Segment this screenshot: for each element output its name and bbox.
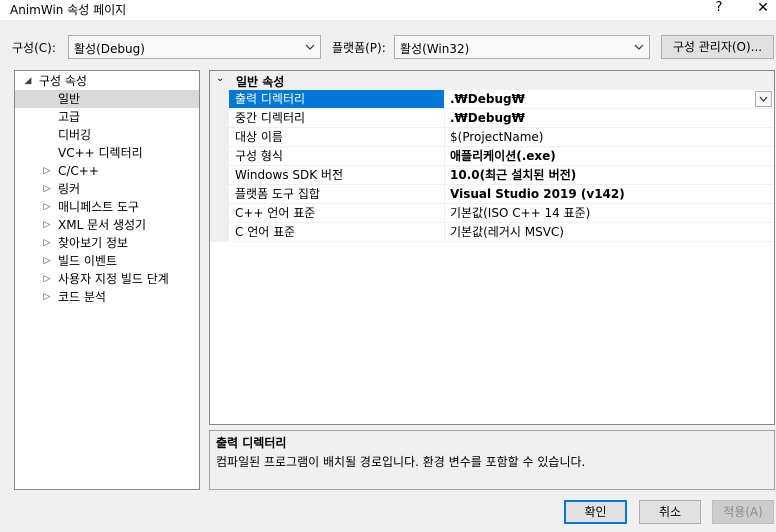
tree-item-label: 링커 [58,182,81,196]
config-label: 구성(C): [12,41,56,55]
row-gutter [210,223,229,242]
config-combobox[interactable]: 활성(Debug) [68,35,321,59]
property-value[interactable]: 애플리케이션(.exe) [446,147,774,166]
title-bar: AnimWin 속성 페이지 ? ✕ [0,0,776,20]
tree-item-browse-info[interactable]: ▷ 찾아보기 정보 [15,234,199,252]
collapsed-triangle-icon[interactable]: ▷ [42,180,52,198]
collapsed-triangle-icon[interactable]: ▷ [42,270,52,288]
tree-item-label: 디버깅 [58,128,92,142]
tree-item-config-properties[interactable]: ◢ 구성 속성 [15,72,199,90]
row-gutter [210,147,229,166]
collapsed-triangle-icon[interactable]: ▷ [42,198,52,216]
tree-item-vc-directories[interactable]: VC++ 디렉터리 [15,144,199,162]
property-row-output-dir[interactable]: 출력 디렉터리 .₩Debug₩ [210,90,774,109]
tree-item-label: 사용자 지정 빌드 단계 [58,272,169,286]
property-row-c-standard[interactable]: C 언어 표준 기본값(레거시 MSVC) [210,223,774,242]
property-name: C 언어 표준 [229,223,445,242]
row-gutter [210,185,229,204]
property-value[interactable]: $(ProjectName) [446,128,774,147]
tree-item-label: C/C++ [58,164,99,178]
settings-tree[interactable]: ◢ 구성 속성 일반 고급 디버깅 VC++ 디렉터리 ▷ C/C++ ▷ 링커… [14,70,200,490]
row-gutter [210,90,229,109]
collapsed-triangle-icon[interactable]: ▷ [42,252,52,270]
chevron-down-icon [305,44,315,50]
row-gutter [210,109,229,128]
property-grid[interactable]: ⌄ 일반 속성 출력 디렉터리 .₩Debug₩ 중간 디렉터리 .₩Debug… [209,70,775,425]
row-gutter [210,166,229,185]
property-row-config-type[interactable]: 구성 형식 애플리케이션(.exe) [210,147,774,166]
property-value[interactable]: 기본값(ISO C++ 14 표준) [446,204,774,223]
property-name: 중간 디렉터리 [229,109,445,128]
property-row-cpp-standard[interactable]: C++ 언어 표준 기본값(ISO C++ 14 표준) [210,204,774,223]
tree-item-linker[interactable]: ▷ 링커 [15,180,199,198]
apply-button[interactable]: 적용(A) [712,500,774,524]
close-icon[interactable]: ✕ [756,0,770,16]
expanded-triangle-icon[interactable]: ◢ [23,72,33,90]
property-row-platform-toolset[interactable]: 플랫폼 도구 집합 Visual Studio 2019 (v142) [210,185,774,204]
tree-item-label: 코드 분석 [58,290,106,304]
collapse-chevron-icon[interactable]: ⌄ [216,73,224,84]
property-row-sdk-version[interactable]: Windows SDK 버전 10.0(최근 설치된 버전) [210,166,774,185]
value-dropdown-button[interactable] [755,91,772,107]
property-name: 플랫폼 도구 집합 [229,185,445,204]
property-value[interactable]: .₩Debug₩ [446,109,774,128]
tree-item-general[interactable]: 일반 [15,90,199,108]
property-value[interactable]: 10.0(최근 설치된 버전) [446,166,774,185]
collapsed-triangle-icon[interactable]: ▷ [42,234,52,252]
tree-item-label: 일반 [58,92,81,106]
tree-item-label: XML 문서 생성기 [58,218,147,232]
description-panel: 출력 디렉터리 컴파일된 프로그램이 배치될 경로입니다. 환경 변수를 포함할… [209,430,775,490]
platform-combobox[interactable]: 활성(Win32) [394,35,650,59]
tree-item-label: 빌드 이벤트 [58,254,118,268]
property-name: Windows SDK 버전 [229,166,445,185]
property-value[interactable]: 기본값(레거시 MSVC) [446,223,774,242]
tree-item-code-analysis[interactable]: ▷ 코드 분석 [15,288,199,306]
ok-button[interactable]: 확인 [564,500,627,524]
property-row-target-name[interactable]: 대상 이름 $(ProjectName) [210,128,774,147]
config-value: 활성(Debug) [74,42,145,56]
property-value[interactable]: Visual Studio 2019 (v142) [446,185,774,204]
help-icon[interactable]: ? [712,0,726,15]
config-manager-button[interactable]: 구성 관리자(O)... [661,35,774,59]
tree-item-debugging[interactable]: 디버깅 [15,126,199,144]
window-title: AnimWin 속성 페이지 [10,3,127,17]
platform-value: 활성(Win32) [400,42,470,56]
tree-item-label: 찾아보기 정보 [58,236,129,250]
tree-item-advanced[interactable]: 고급 [15,108,199,126]
tree-item-manifest-tool[interactable]: ▷ 매니페스트 도구 [15,198,199,216]
property-name: 구성 형식 [229,147,445,166]
tree-item-xml-doc-generator[interactable]: ▷ XML 문서 생성기 [15,216,199,234]
cancel-button[interactable]: 취소 [639,500,701,524]
property-value[interactable]: .₩Debug₩ [446,90,774,109]
tree-item-custom-build-step[interactable]: ▷ 사용자 지정 빌드 단계 [15,270,199,288]
property-name: 출력 디렉터리 [229,90,445,109]
tree-item-label: 고급 [58,110,81,124]
tree-item-label: 매니페스트 도구 [58,200,140,214]
tree-item-label: VC++ 디렉터리 [58,146,143,160]
platform-label: 플랫폼(P): [332,41,386,55]
tree-item-label: 구성 속성 [39,74,87,88]
collapsed-triangle-icon[interactable]: ▷ [42,216,52,234]
collapsed-triangle-icon[interactable]: ▷ [42,162,52,180]
chevron-down-icon [759,96,768,102]
property-name: 대상 이름 [229,128,445,147]
collapsed-triangle-icon[interactable]: ▷ [42,288,52,306]
property-name: C++ 언어 표준 [229,204,445,223]
property-row-intermediate-dir[interactable]: 중간 디렉터리 .₩Debug₩ [210,109,774,128]
chevron-down-icon [634,44,644,50]
grid-category-general[interactable]: ⌄ 일반 속성 [210,71,774,90]
tree-item-build-events[interactable]: ▷ 빌드 이벤트 [15,252,199,270]
category-label: 일반 속성 [236,75,285,89]
row-gutter [210,128,229,147]
description-title: 출력 디렉터리 [216,436,287,450]
description-text: 컴파일된 프로그램이 배치될 경로입니다. 환경 변수를 포함할 수 있습니다. [216,455,586,469]
tree-item-c-cpp[interactable]: ▷ C/C++ [15,162,199,180]
row-gutter [210,204,229,223]
